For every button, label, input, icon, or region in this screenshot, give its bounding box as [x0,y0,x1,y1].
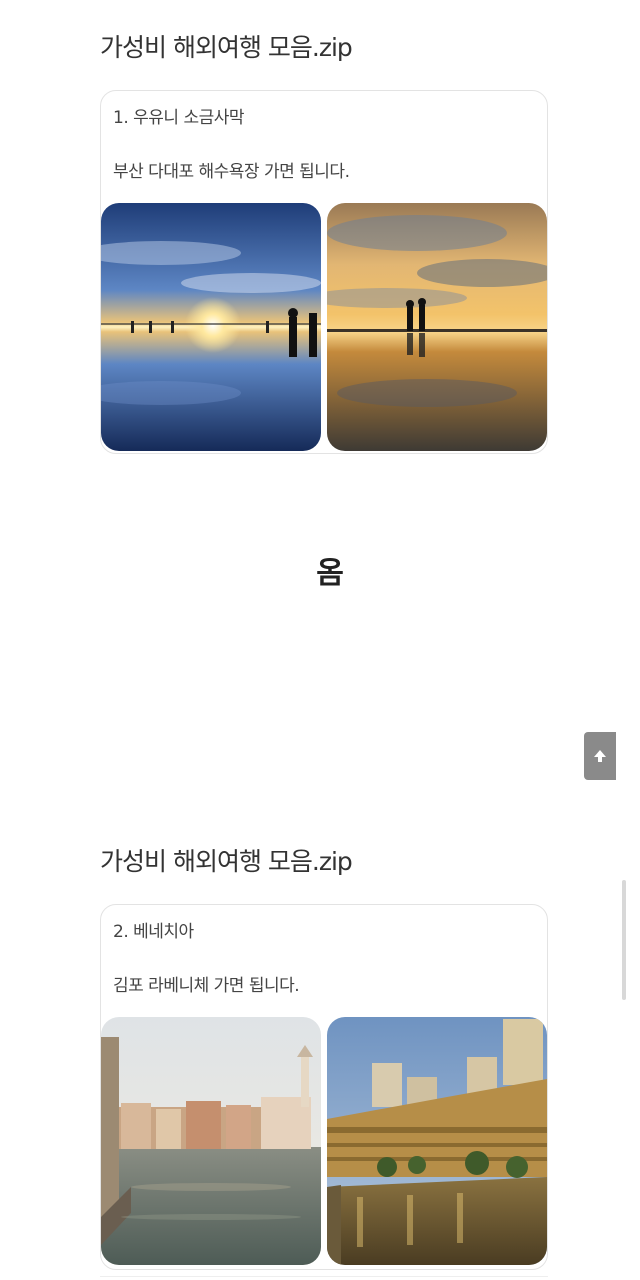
uyuni-photo-left[interactable] [101,203,321,451]
card-body-2: 김포 라베니체 가면 됩니다. [113,976,300,996]
uyuni-photo-right[interactable] [327,203,547,451]
post-card-2: 2. 베네치아 김포 라베니체 가면 됩니다. [100,904,548,1270]
scrollbar[interactable] [622,880,626,1000]
bottom-divider [100,1276,548,1277]
arrow-up-icon [594,750,606,762]
venice-photo-left[interactable] [101,1017,321,1265]
gimpo-photo-right[interactable] [327,1017,547,1265]
scroll-to-top-button[interactable] [584,732,616,780]
post-title-1: 가성비 해외여행 모음.zip [100,33,353,62]
post-title-2: 가성비 해외여행 모음.zip [100,847,353,876]
card-heading-2: 2. 베네치아 [113,922,194,942]
card-body-1: 부산 다대포 해수욕장 가면 됩니다. [113,162,350,182]
interjection-text: 옴 [316,556,344,591]
post-card-1: 1. 우유니 소금사막 부산 다대포 해수욕장 가면 됩니다. [100,90,548,454]
card-heading-1: 1. 우유니 소금사막 [113,108,245,128]
page: 가성비 해외여행 모음.zip 1. 우유니 소금사막 부산 다대포 해수욕장 … [0,0,640,1280]
